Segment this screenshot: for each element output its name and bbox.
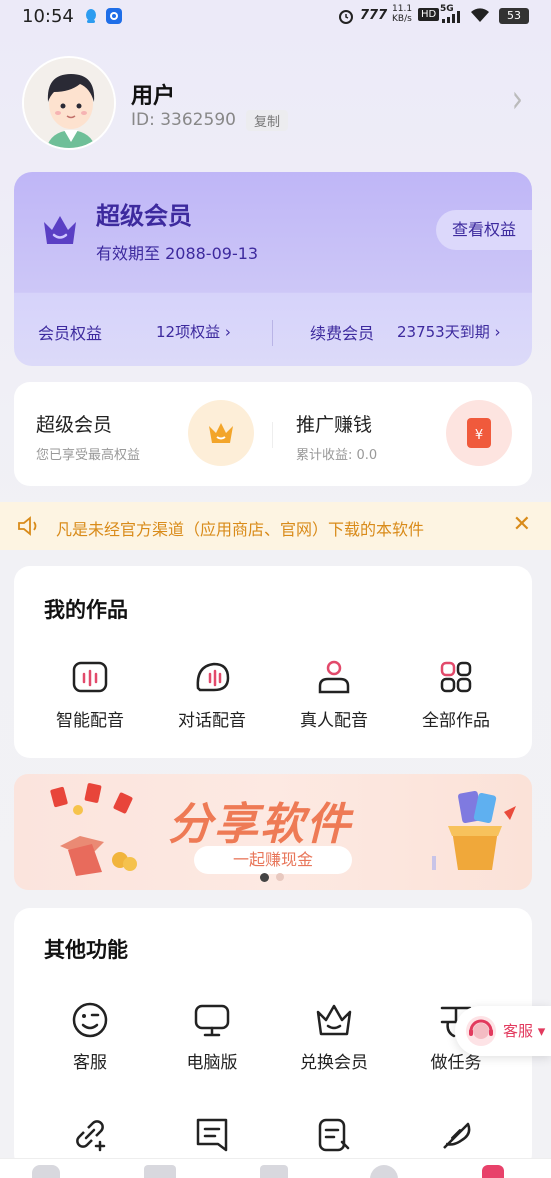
banner-title: 分享软件: [168, 799, 352, 850]
divider: [272, 320, 273, 346]
grid-label: 对话配音: [178, 711, 246, 731]
link-add-icon: [70, 1114, 110, 1154]
dialog-dubbing-item[interactable]: 对话配音: [152, 658, 272, 731]
battery-indicator: 53: [499, 8, 529, 24]
alarm-icon: [338, 8, 354, 28]
pc-version-item[interactable]: 电脑版: [152, 1000, 272, 1073]
crown-icon: [40, 210, 80, 254]
notice-text: 凡是未经官方渠道（应用商店、官网）下载的本软件: [56, 520, 425, 539]
crown-badge-icon[interactable]: [188, 400, 254, 466]
carousel-dot[interactable]: [276, 873, 284, 881]
svg-text:¥: ¥: [475, 428, 483, 443]
nav-profile-icon[interactable]: [482, 1165, 504, 1178]
profile-chevron-right-icon[interactable]: ›: [512, 75, 523, 121]
status-time: 10:54: [22, 6, 74, 27]
benefits-label[interactable]: 会员权益: [38, 320, 102, 344]
note-item[interactable]: [152, 1114, 272, 1154]
human-dubbing-item[interactable]: 真人配音: [274, 658, 394, 731]
notice-bar: 凡是未经官方渠道（应用商店、官网）下载的本软件 ✕: [0, 502, 551, 550]
gift-box-icon: [30, 780, 150, 884]
user-name: 用户: [131, 84, 176, 109]
redeem-member-item[interactable]: 兑换会员: [274, 1000, 394, 1073]
share-banner[interactable]: 分享软件 一起赚现金: [14, 774, 532, 890]
grid-icon: [436, 658, 476, 698]
promote-earn-sub: 累计收益: 0.0: [296, 448, 378, 463]
red-envelope-icon[interactable]: ¥: [446, 400, 512, 466]
grid-label: 客服: [73, 1053, 107, 1073]
feather-item[interactable]: [396, 1114, 516, 1154]
network-speed: 11.1 KB/s: [392, 4, 413, 24]
grid-label: 电脑版: [186, 1053, 238, 1073]
close-icon[interactable]: ✕: [513, 512, 531, 537]
divider: [272, 422, 273, 448]
app-notify-icon: [106, 8, 122, 28]
nav-home-icon[interactable]: [32, 1165, 60, 1178]
document-edit-item[interactable]: [274, 1114, 394, 1154]
member-expire: 有效期至 2088-09-13: [96, 244, 259, 263]
promote-earn-title[interactable]: 推广赚钱: [296, 410, 372, 437]
treasure-box-icon: [412, 782, 524, 886]
bottom-navigation: [0, 1158, 551, 1178]
super-member-title[interactable]: 超级会员: [36, 410, 112, 437]
grid-label: 真人配音: [300, 711, 368, 731]
speaker-icon: [16, 515, 42, 541]
document-edit-icon: [314, 1114, 354, 1154]
note-icon: [192, 1114, 232, 1154]
renew-value[interactable]: 23753天到期 ›: [397, 321, 500, 342]
all-works-item[interactable]: 全部作品: [396, 658, 516, 731]
avatar[interactable]: [22, 56, 116, 150]
my-works-title: 我的作品: [44, 598, 128, 622]
service-float-button[interactable]: 客服 ▾: [455, 1006, 551, 1056]
promo-card: 超级会员 您已享受最高权益 推广赚钱 累计收益: 0.0 ¥: [14, 382, 532, 486]
grid-label: 全部作品: [422, 711, 490, 731]
grid-label: 智能配音: [56, 711, 124, 731]
my-works-card: 我的作品 智能配音 对话配音 真人配音 全部作品: [14, 566, 532, 758]
banner-subtitle: 一起赚现金: [194, 846, 352, 874]
qq-icon: [84, 8, 98, 28]
link-add-item[interactable]: [30, 1114, 150, 1154]
member-title: 超级会员: [96, 202, 192, 230]
user-id: ID: 3362590: [131, 110, 236, 130]
benefits-value[interactable]: 12项权益 ›: [156, 321, 231, 342]
nav-chart-icon[interactable]: [370, 1165, 398, 1178]
member-card[interactable]: 超级会员 有效期至 2088-09-13 查看权益 会员权益 12项权益 › 续…: [14, 172, 532, 366]
feather-icon: [436, 1114, 476, 1154]
support-agent-icon: [465, 1015, 497, 1051]
voice-wave-icon: [70, 658, 110, 698]
monitor-icon: [192, 1000, 232, 1040]
person-icon: [314, 658, 354, 698]
smile-icon: [70, 1000, 110, 1040]
super-member-sub: 您已享受最高权益: [36, 448, 141, 463]
carrier-icon: 777: [360, 8, 388, 23]
customer-service-item[interactable]: 客服: [30, 1000, 150, 1073]
status-bar: 10:54 777 11.1 KB/s HD 5G 53: [0, 0, 551, 34]
service-float-label: 客服 ▾: [503, 1022, 546, 1040]
carousel-dot-active[interactable]: [260, 873, 269, 882]
hd-icon: HD: [418, 8, 440, 21]
renew-label[interactable]: 续费会员: [310, 320, 374, 344]
chat-bubble-icon: [192, 658, 232, 698]
view-benefits-button[interactable]: 查看权益: [436, 210, 532, 250]
crown-icon: [314, 1000, 354, 1040]
smart-dubbing-item[interactable]: 智能配音: [30, 658, 150, 731]
copy-id-button[interactable]: 复制: [246, 110, 289, 131]
grid-label: 兑换会员: [300, 1053, 368, 1073]
other-features-card: 其他功能 客服 电脑版 兑换会员 做任务: [14, 908, 532, 1170]
other-features-title: 其他功能: [44, 938, 128, 962]
nav-tools-icon[interactable]: [260, 1165, 288, 1178]
nav-briefcase-icon[interactable]: [144, 1165, 176, 1178]
wifi-icon: [470, 7, 490, 27]
